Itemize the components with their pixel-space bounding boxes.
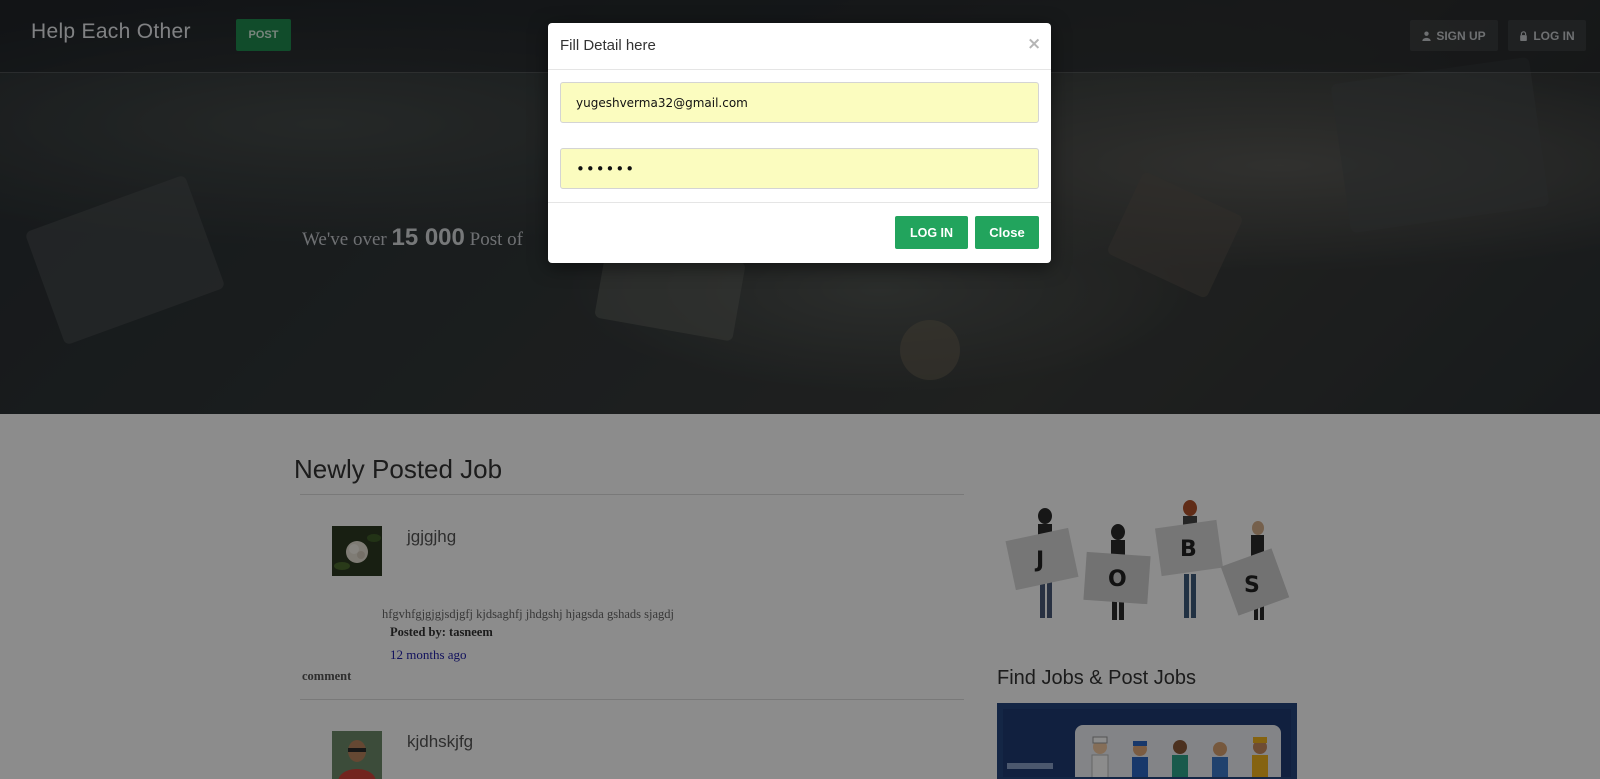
password-field[interactable]: •••••• bbox=[560, 148, 1039, 189]
modal-header: Fill Detail here × bbox=[548, 23, 1051, 70]
login-modal: Fill Detail here × yugeshverma32@gmail.c… bbox=[548, 23, 1051, 263]
login-button[interactable]: LOG IN bbox=[895, 216, 968, 249]
email-field[interactable]: yugeshverma32@gmail.com bbox=[560, 82, 1039, 123]
close-button[interactable]: Close bbox=[975, 216, 1039, 249]
close-icon[interactable]: × bbox=[1027, 34, 1041, 54]
modal-footer-divider bbox=[548, 202, 1051, 203]
modal-title: Fill Detail here bbox=[560, 37, 656, 54]
